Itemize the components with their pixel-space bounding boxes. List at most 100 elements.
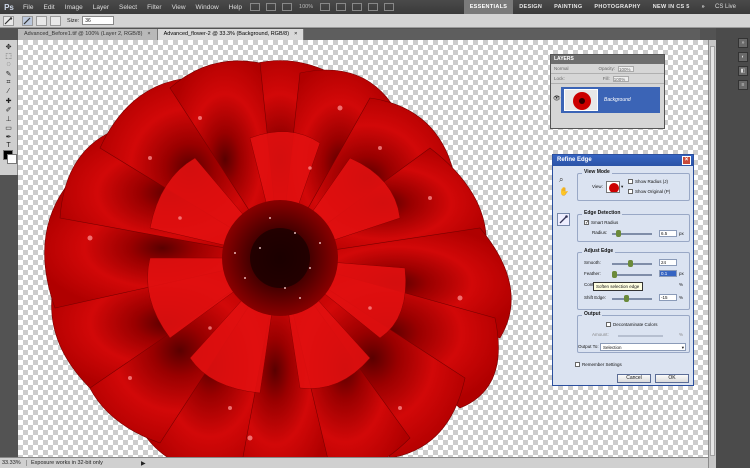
output-title: Output	[582, 311, 603, 317]
bridge-icon[interactable]	[250, 3, 261, 11]
radius-slider[interactable]	[612, 230, 652, 237]
status-menu-arrow-icon[interactable]: ▶	[141, 460, 146, 467]
workspace-new-in-cs5[interactable]: NEW IN CS 5	[647, 0, 696, 14]
close-icon[interactable]: ×	[682, 156, 691, 165]
show-original-checkbox[interactable]	[628, 189, 633, 194]
crop-tool-icon[interactable]: ⌗	[3, 78, 14, 87]
workspace-design[interactable]: DESIGN	[513, 0, 548, 14]
rotate-view-icon[interactable]	[352, 3, 363, 11]
marquee-tool-icon[interactable]: ⬚	[3, 51, 14, 60]
workspace-more-chevron[interactable]: »	[696, 0, 711, 14]
cancel-button[interactable]: Cancel	[617, 374, 651, 383]
visibility-eye-icon[interactable]: 👁	[553, 95, 561, 102]
collapse-panels-icon[interactable]: »	[738, 38, 748, 48]
tab-advanced-before1[interactable]: Advanced_Before1.tif @ 100% (Layer 2, RG…	[18, 29, 158, 40]
menu-filter[interactable]: Filter	[142, 4, 166, 11]
adjust-edge-group: Adjust Edge Smooth: 24 Feather: 0.1 px C…	[577, 248, 690, 310]
color-panel-icon[interactable]: ◐	[738, 52, 748, 62]
status-message: Exposure works in 32-bit only	[26, 460, 141, 466]
tab-advanced-flower-2[interactable]: Advanced_flower-2 @ 33.3% (Background, R…	[157, 29, 305, 40]
tab-label: Advanced_Before1.tif @ 100% (Layer 2, RG…	[24, 31, 143, 37]
fill-field[interactable]: 100%	[612, 75, 629, 82]
hand-tool-icon[interactable]: ✋	[559, 187, 569, 196]
view-mode-thumbnail[interactable]	[606, 181, 620, 193]
workspace-photography[interactable]: PHOTOGRAPHY	[588, 0, 646, 14]
smooth-slider[interactable]	[612, 260, 652, 267]
workspace-essentials[interactable]: ESSENTIALS	[463, 0, 514, 14]
zoom-tool-icon[interactable]: ⌕	[559, 175, 563, 185]
layers-panel: LAYERS Normal Opacity: 100% Lock: Fill: …	[550, 54, 665, 129]
ok-button[interactable]: OK	[655, 374, 689, 383]
brush-subtract-selection-icon[interactable]	[50, 15, 61, 26]
menu-window[interactable]: Window	[191, 4, 224, 11]
brush-tool-icon[interactable]: ✐	[3, 105, 14, 114]
panel-dock: » ◐ ◧ ≡	[716, 28, 750, 468]
smooth-slider-knob[interactable]	[628, 260, 633, 267]
minibridge-icon[interactable]	[266, 3, 277, 11]
move-tool-icon[interactable]: ✥	[3, 42, 14, 51]
menu-layer[interactable]: Layer	[88, 4, 114, 11]
decontaminate-label: Decontaminate Colors	[613, 322, 658, 327]
menu-select[interactable]: Select	[114, 4, 142, 11]
layers-panel-title[interactable]: LAYERS	[551, 55, 664, 64]
quick-selection-tool-icon[interactable]: ✎	[3, 69, 14, 78]
arrange-documents-icon[interactable]	[368, 3, 379, 11]
output-to-value: Selection	[603, 345, 622, 350]
dialog-title-bar[interactable]: Refine Edge ×	[553, 155, 693, 166]
zoom-tool-icon[interactable]	[336, 3, 347, 11]
radius-slider-knob[interactable]	[616, 230, 621, 237]
zoom-field[interactable]: 33.33%	[0, 460, 26, 466]
shift-edge-field[interactable]: -15	[659, 294, 677, 301]
menu-image[interactable]: Image	[60, 4, 88, 11]
shift-edge-slider-knob[interactable]	[624, 295, 629, 302]
smart-radius-label: Smart Radius	[591, 220, 619, 225]
workspace-painting[interactable]: PAINTING	[548, 0, 588, 14]
cs-live-button[interactable]: CS Live	[715, 4, 736, 10]
menu-help[interactable]: Help	[224, 4, 247, 11]
feather-slider[interactable]	[612, 271, 652, 278]
extras-icon[interactable]	[282, 3, 293, 11]
hand-tool-icon[interactable]	[320, 3, 331, 11]
menu-edit[interactable]: Edit	[38, 4, 59, 11]
shift-edge-slider[interactable]	[612, 295, 652, 302]
opacity-field[interactable]: 100%	[618, 65, 635, 72]
output-to-label: Output To:	[578, 344, 599, 349]
layers-panel-icon[interactable]: ≡	[738, 80, 748, 90]
type-tool-icon[interactable]: T	[3, 141, 14, 150]
refine-radius-tool-icon[interactable]	[557, 213, 570, 226]
screen-mode-icon[interactable]	[384, 3, 395, 11]
adjustments-panel-icon[interactable]: ◧	[738, 66, 748, 76]
tab-close-icon[interactable]: ×	[147, 31, 150, 37]
size-field[interactable]: 36	[82, 16, 115, 25]
menu-file[interactable]: File	[18, 4, 38, 11]
decontaminate-checkbox[interactable]	[606, 322, 611, 327]
zoom-level-readout[interactable]: 100%	[299, 4, 313, 10]
vertical-scrollbar[interactable]	[708, 40, 716, 468]
brush-new-selection-icon[interactable]	[22, 15, 33, 26]
layer-row-background[interactable]: Background	[561, 87, 660, 113]
feather-slider-knob[interactable]	[612, 271, 617, 278]
chevron-down-icon[interactable]: ▾	[682, 344, 684, 351]
background-color-swatch[interactable]	[7, 154, 17, 164]
amount-slider[interactable]	[618, 335, 663, 337]
tab-close-icon[interactable]: ×	[294, 31, 297, 37]
blend-mode-select[interactable]: Normal	[554, 66, 569, 71]
feather-field[interactable]: 0.1	[659, 270, 677, 277]
tool-preset-icon[interactable]	[3, 15, 14, 26]
clone-stamp-tool-icon[interactable]: ⊥	[3, 114, 14, 123]
smooth-field[interactable]: 24	[659, 259, 677, 266]
smart-radius-checkbox[interactable]: ✓	[584, 220, 589, 226]
lasso-tool-icon[interactable]: ◌	[3, 60, 14, 69]
show-radius-checkbox[interactable]	[628, 179, 633, 184]
pen-tool-icon[interactable]: ✒	[3, 132, 14, 141]
eyedropper-tool-icon[interactable]: ⁄	[3, 87, 14, 96]
brush-add-selection-icon[interactable]	[36, 15, 47, 26]
menu-view[interactable]: View	[167, 4, 191, 11]
remember-settings-checkbox[interactable]	[575, 362, 580, 367]
healing-brush-tool-icon[interactable]: ✚	[3, 96, 14, 105]
radius-field[interactable]: 6.5	[659, 230, 677, 237]
output-to-select[interactable]: Selection ▾	[600, 343, 686, 351]
eraser-tool-icon[interactable]: ▭	[3, 123, 14, 132]
view-dropdown-arrow-icon[interactable]: ▾	[621, 184, 623, 190]
scrollbar-thumb[interactable]	[710, 46, 715, 456]
